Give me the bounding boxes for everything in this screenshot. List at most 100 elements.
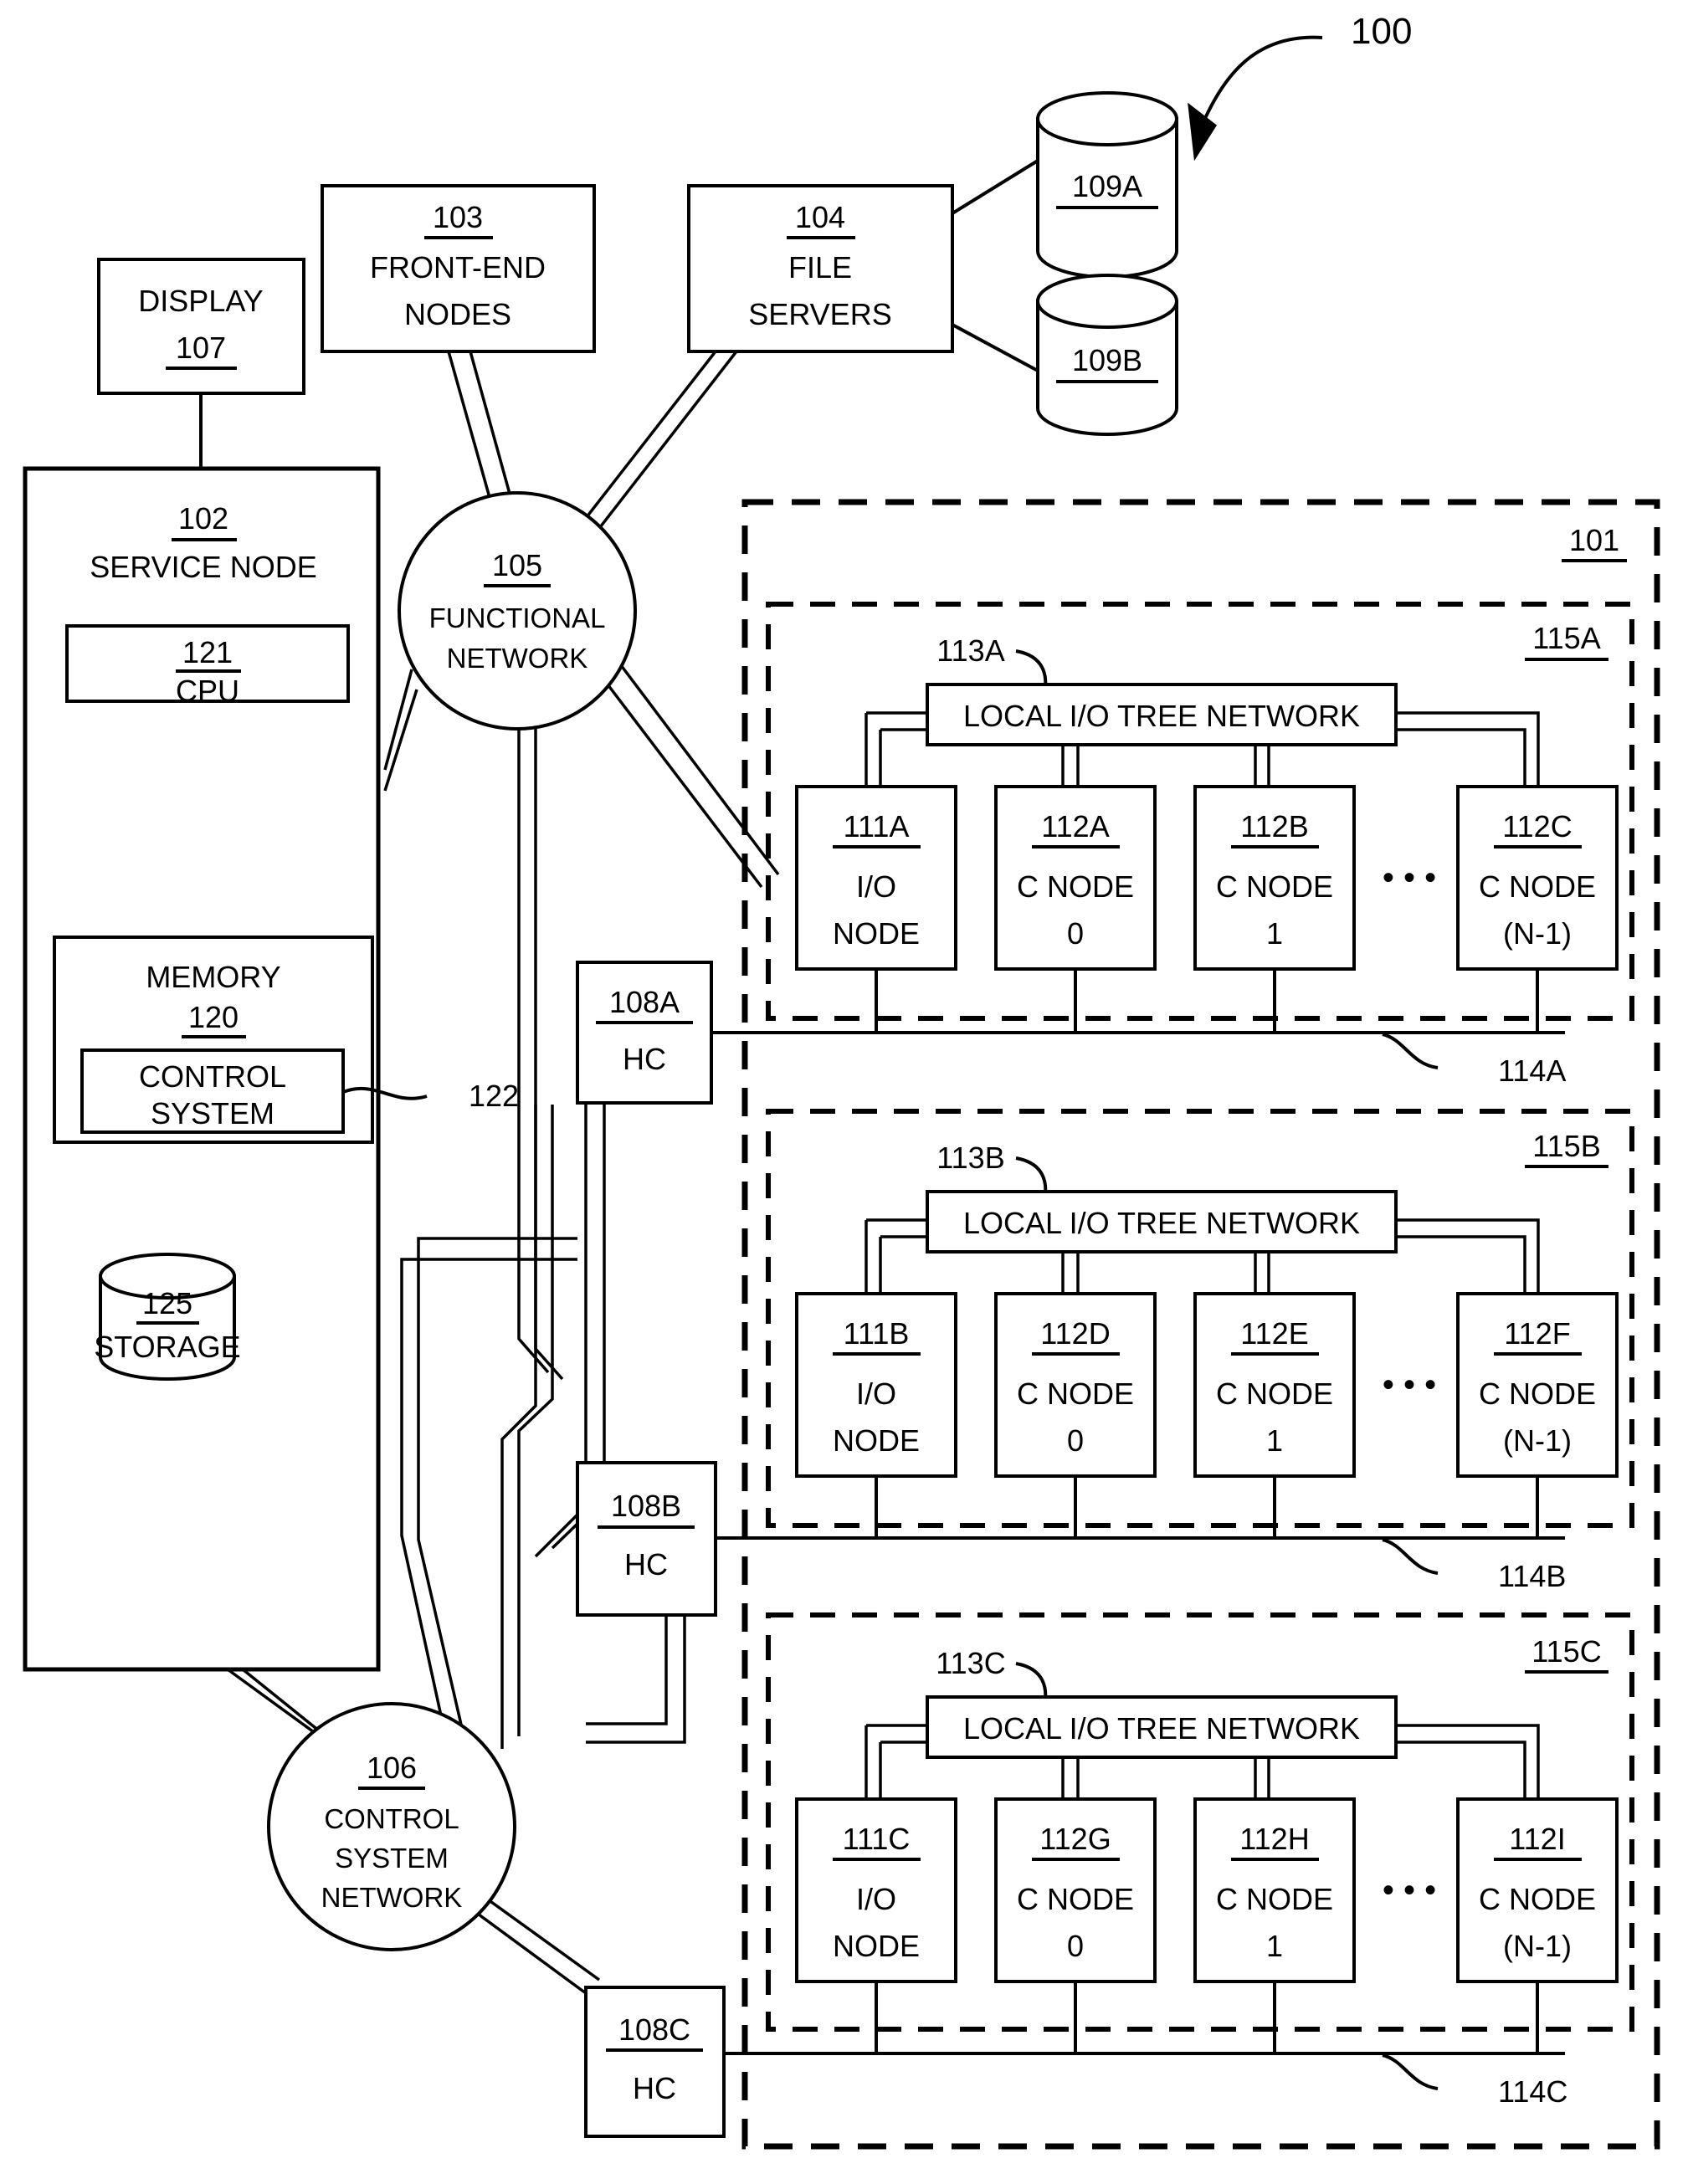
rack-115a-cell-2-line1: C NODE [1216, 869, 1333, 904]
rack-115b-cell-0-line2: NODE [833, 1423, 920, 1458]
front-end-label-1: FRONT-END [370, 250, 546, 285]
memory-block: MEMORY 120 CONTROL SYSTEM [53, 936, 374, 1144]
rack-115c-cell-3-line2: (N-1) [1503, 1929, 1572, 1963]
rack-group-115b: 115B 113B LOCAL I/O TREE NETWORK 111B I/… [766, 1109, 1634, 1593]
rack-115a-cell-0-line2: NODE [833, 916, 920, 951]
rack-115b-cell-1-line2: 0 [1067, 1423, 1084, 1458]
control-system-label-1: CONTROL [139, 1059, 286, 1094]
disk-109b-ref: 109B [1072, 343, 1142, 377]
rack-115c-ellipsis: • • • [1383, 1872, 1436, 1909]
rack-115c-cell-0-line2: NODE [833, 1929, 920, 1963]
rack-115a-ref: 115A [1532, 621, 1600, 655]
hc-108b-ref: 108B [611, 1489, 681, 1523]
rack-115a-cell-3-ref: 112C [1502, 809, 1572, 843]
figure-number-label: 100 [1351, 11, 1412, 52]
rack-115a-cell-3-line2: (N-1) [1503, 916, 1572, 951]
display-ref: 107 [176, 331, 226, 365]
rack-group-115c: 115C 113C LOCAL I/O TREE NETWORK 111C I/… [766, 1612, 1634, 2109]
rack-115b-cell-3-line1: C NODE [1479, 1377, 1596, 1411]
rack-115b-tree-label: LOCAL I/O TREE NETWORK [963, 1206, 1360, 1240]
rack-115c-ref: 115C [1532, 1634, 1601, 1669]
rack-115a-cell-2-ref: 112B [1240, 809, 1308, 843]
callout-arrowhead [1188, 102, 1217, 161]
csn-label-1: CONTROL [324, 1803, 459, 1834]
disk-109a: 109A [1036, 91, 1178, 279]
service-node: 102 SERVICE NODE 121 CPU MEMORY 120 CONT… [23, 466, 381, 1672]
functional-network-label-2: NETWORK [447, 643, 588, 674]
patent-figure: 1 0 0 DISPLAY 107 103 FRONT-END NODES 104 … [0, 0, 1688, 2184]
rack-115a-cell-3-line1: C NODE [1479, 869, 1596, 904]
csn-label-2: SYSTEM [335, 1843, 449, 1874]
storage-ref: 125 [142, 1286, 192, 1320]
rack-115b-cell-2-line1: C NODE [1216, 1377, 1333, 1411]
hc-108a-label: HC [623, 1042, 666, 1076]
disk-109b: 109B [1036, 274, 1178, 436]
hardware-controller-108a: 108A HC [576, 961, 1565, 1105]
rack-115b-cell-1-line1: C NODE [1017, 1377, 1134, 1411]
rack-115b-ellipsis: • • • [1383, 1366, 1436, 1403]
front-end-label-2: NODES [404, 297, 511, 331]
hc-108c-ref: 108C [618, 2012, 690, 2047]
control-system-block: CONTROL SYSTEM [80, 1048, 345, 1134]
cpu-block: 121 CPU [65, 624, 350, 708]
rack-115a-tree-ref: 113A [936, 633, 1004, 668]
rack-115b-cell-3-ref: 112F [1504, 1316, 1570, 1351]
hardware-controller-108b: 108B HC [576, 1461, 1565, 1617]
rack-115a-cell-1-line2: 0 [1067, 916, 1084, 951]
file-servers-ref: 104 [795, 200, 845, 234]
memory-ref: 120 [188, 1000, 239, 1034]
cpu-label: CPU [176, 674, 239, 708]
rack-115c-cell-2-line2: 1 [1266, 1929, 1283, 1963]
rack-115c-cell-1-ref: 112G [1039, 1822, 1111, 1856]
rack-115c-cell-0-line1: I/O [856, 1882, 896, 1916]
disk-109a-ref: 109A [1072, 169, 1142, 203]
rack-115b-cell-3-line2: (N-1) [1503, 1423, 1572, 1458]
functional-network: 105 FUNCTIONAL NETWORK [398, 491, 637, 731]
storage-label: STORAGE [94, 1330, 240, 1364]
rack-115c-cell-2-ref: 112H [1239, 1822, 1309, 1856]
control-system-network: 106 CONTROL SYSTEM NETWORK [267, 1702, 516, 1951]
rack-115c-cell-3-ref: 112I [1509, 1822, 1565, 1856]
rack-115a-cell-0-ref: 111A [844, 809, 910, 843]
control-system-ref: 122 [469, 1079, 519, 1113]
rack-group-115a: 115A 113A LOCAL I/O TREE NETWORK 111A I/… [766, 602, 1634, 1088]
rack-115a-cell-1-ref: 112A [1041, 809, 1109, 843]
rack-115a-bus-ref: 114A [1498, 1054, 1566, 1088]
service-node-ref: 102 [178, 501, 228, 536]
rack-115c-cell-0-ref: 111C [843, 1822, 911, 1856]
file-servers-label-1: FILE [788, 250, 852, 285]
display-label: DISPLAY [138, 284, 263, 318]
rack-115c-tree-ref: 113C [936, 1646, 1005, 1680]
rack-115c-cell-3-line1: C NODE [1479, 1882, 1596, 1916]
functional-network-ref: 105 [492, 548, 542, 582]
rack-115b-tree-ref: 113B [936, 1141, 1004, 1175]
hc-108b-label: HC [624, 1547, 668, 1582]
rack-115c-cell-1-line2: 0 [1067, 1929, 1084, 1963]
rack-115a-tree-label: LOCAL I/O TREE NETWORK [963, 699, 1360, 733]
rack-115b-cell-1-ref: 112D [1040, 1316, 1110, 1351]
storage-block: 125 STORAGE [94, 1253, 241, 1381]
rack-115b-ref: 115B [1532, 1129, 1600, 1163]
file-servers: 104 FILE SERVERS [687, 184, 954, 353]
control-system-label-2: SYSTEM [151, 1096, 274, 1130]
figure-number-callout: 100 [1188, 11, 1412, 161]
cpu-ref: 121 [182, 635, 233, 669]
rack-115a-cell-2-line2: 1 [1266, 916, 1283, 951]
front-end-nodes: 103 FRONT-END NODES [321, 184, 596, 353]
rack-115a-ellipsis: • • • [1383, 859, 1436, 896]
rack-115c-cell-1-line1: C NODE [1017, 1882, 1134, 1916]
rack-115c-bus-ref: 114C [1498, 2074, 1567, 2109]
rack-115b-bus-ref: 114B [1498, 1559, 1566, 1593]
rack-115b-cell-2-ref: 112E [1240, 1316, 1308, 1351]
memory-label: MEMORY [146, 960, 280, 994]
hc-108c-label: HC [633, 2071, 676, 2105]
system-101-ref: 101 [1569, 523, 1619, 557]
csn-label-3: NETWORK [321, 1882, 463, 1913]
hc-108a-ref: 108A [609, 985, 680, 1019]
rack-115b-cell-2-line2: 1 [1266, 1423, 1283, 1458]
csn-ref: 106 [367, 1751, 417, 1785]
rack-115c-cell-2-line1: C NODE [1216, 1882, 1333, 1916]
rack-115b-cell-0-line1: I/O [856, 1377, 896, 1411]
rack-115c-tree-label: LOCAL I/O TREE NETWORK [963, 1711, 1360, 1746]
file-servers-label-2: SERVERS [748, 297, 891, 331]
